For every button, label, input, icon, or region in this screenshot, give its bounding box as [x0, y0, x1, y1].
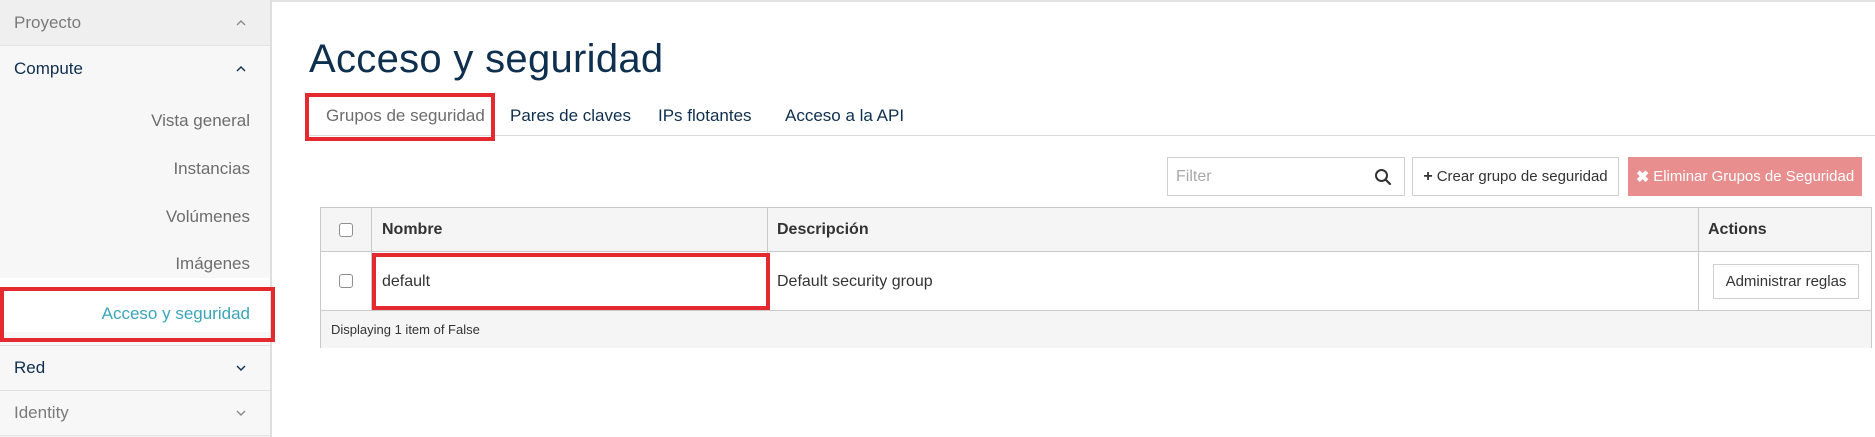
filter-input[interactable] [1168, 167, 1368, 186]
row-checkbox[interactable] [339, 274, 353, 288]
sidebar-section-label: Red [14, 358, 46, 377]
table-row: default Default security group Administr… [321, 252, 1871, 311]
sidebar-section-red[interactable]: Red [0, 346, 270, 390]
page-title: Acceso y seguridad [309, 37, 664, 81]
create-button-label: Crear grupo de seguridad [1436, 168, 1608, 185]
sidebar-section-label: Proyecto [14, 12, 82, 32]
tab-acceso-a-la-api[interactable]: Acceso a la API [785, 96, 904, 136]
create-security-group-button[interactable]: + Crear grupo de seguridad [1412, 157, 1619, 196]
table-footer: Displaying 1 item of False [321, 311, 1871, 348]
tab-bar: Grupos de seguridad Pares de claves IPs … [309, 96, 1875, 136]
delete-button-label: Eliminar Grupos de Seguridad [1653, 168, 1855, 185]
table-footer-count: Displaying 1 item of False [331, 322, 480, 337]
tab-grupos-de-seguridad[interactable]: Grupos de seguridad [326, 96, 485, 136]
row-name-default[interactable]: default [382, 252, 430, 311]
table-header: Nombre Descripción Actions [321, 208, 1871, 252]
chevron-up-icon [236, 18, 246, 28]
divider [0, 435, 270, 436]
sidebar-item-instancias[interactable]: Instancias [0, 151, 270, 187]
plus-icon: + [1423, 167, 1433, 185]
column-divider [1698, 208, 1699, 311]
filter-box [1167, 157, 1405, 196]
sidebar-section-label: Compute [14, 58, 83, 78]
sidebar-item-vista-general[interactable]: Vista general [0, 103, 270, 139]
select-all-checkbox[interactable] [339, 223, 353, 237]
delete-security-groups-button[interactable]: ✖ Eliminar Grupos de Seguridad [1628, 157, 1862, 196]
sidebar-section-compute[interactable]: Compute [0, 46, 270, 91]
search-icon[interactable] [1374, 168, 1392, 186]
chevron-up-icon [236, 64, 246, 74]
sidebar-section-proyecto[interactable]: Proyecto [0, 0, 270, 45]
manage-rules-button[interactable]: Administrar reglas [1713, 264, 1859, 299]
close-icon: ✖ [1635, 168, 1650, 186]
column-divider [767, 208, 768, 311]
sidebar: Proyecto Compute Vista general Instancia… [0, 0, 272, 437]
column-header-descripcion[interactable]: Descripción [777, 208, 869, 252]
column-header-actions: Actions [1708, 221, 1767, 238]
column-header-nombre[interactable]: Nombre [382, 208, 442, 252]
sidebar-item-acceso-y-seguridad[interactable]: Acceso y seguridad [0, 296, 270, 332]
sidebar-item-volumenes[interactable]: Volúmenes [0, 199, 270, 235]
column-divider [371, 208, 372, 311]
sidebar-section-identity[interactable]: Identity [0, 391, 270, 435]
chevron-down-icon [236, 408, 246, 418]
top-border [272, 0, 1875, 2]
tab-ips-flotantes[interactable]: IPs flotantes [658, 96, 752, 136]
security-groups-table: Nombre Descripción Actions default Defau… [320, 207, 1872, 348]
row-description: Default security group [777, 273, 933, 290]
sidebar-section-label: Identity [14, 403, 69, 422]
chevron-down-icon [236, 363, 246, 373]
tab-pares-de-claves[interactable]: Pares de claves [510, 96, 631, 136]
sidebar-item-imagenes[interactable]: Imágenes [0, 246, 270, 282]
